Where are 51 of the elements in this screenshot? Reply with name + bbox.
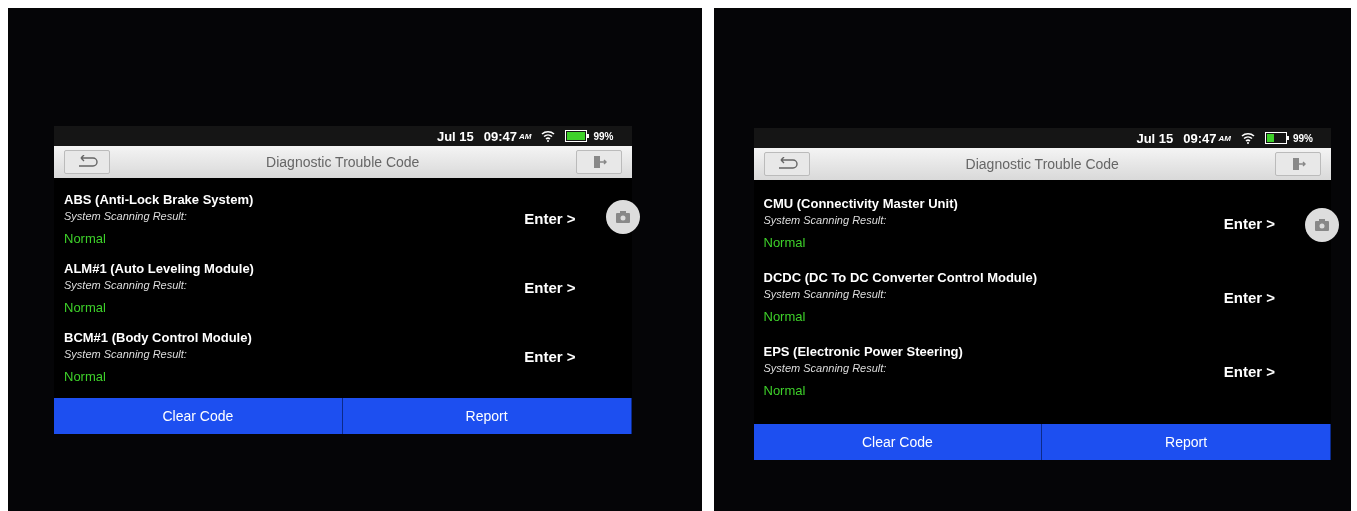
action-button[interactable]: Clear Code xyxy=(753,424,1043,460)
camera-button[interactable] xyxy=(1305,208,1339,242)
enter-link[interactable]: Enter > xyxy=(518,278,582,297)
result-status: Normal xyxy=(763,383,807,398)
system-name: ALM#1 (Auto Leveling Module) xyxy=(64,260,254,276)
screen-title: Diagnostic Trouble Code xyxy=(266,154,420,170)
status-time: 09:47 xyxy=(483,128,518,144)
status-ampm: AM xyxy=(519,131,532,141)
result-status: Normal xyxy=(763,235,807,250)
system-name: DCDC (DC To DC Converter Control Module) xyxy=(763,270,1037,285)
result-label: System Scanning Result: xyxy=(763,362,888,374)
result-status: Normal xyxy=(64,299,107,315)
camera-button[interactable] xyxy=(605,200,640,234)
back-button[interactable] xyxy=(763,152,810,176)
battery-percent: 99% xyxy=(1293,132,1313,144)
enter-link[interactable]: Enter > xyxy=(1217,213,1281,233)
status-time: 09:47 xyxy=(1183,130,1217,146)
status-ampm: AM xyxy=(1218,133,1231,143)
result-label: System Scanning Result: xyxy=(64,347,188,360)
result-status: Normal xyxy=(64,230,107,246)
result-label: System Scanning Result: xyxy=(64,209,188,222)
enter-link[interactable]: Enter > xyxy=(1217,361,1281,381)
system-name: BCM#1 (Body Control Module) xyxy=(64,329,252,345)
action-button[interactable]: Report xyxy=(1042,424,1331,460)
action-button[interactable]: Clear Code xyxy=(54,398,343,434)
system-name: CMU (Connectivity Master Unit) xyxy=(763,196,958,211)
exit-button[interactable] xyxy=(1275,152,1321,176)
action-button[interactable]: Report xyxy=(342,398,632,434)
wifi-icon xyxy=(1241,132,1255,144)
screen-title: Diagnostic Trouble Code xyxy=(965,156,1119,172)
back-button[interactable] xyxy=(64,150,110,174)
battery-icon xyxy=(565,130,590,142)
result-status: Normal xyxy=(763,309,807,324)
status-date: Jul 15 xyxy=(436,128,474,144)
camera-icon xyxy=(615,211,630,223)
result-label: System Scanning Result: xyxy=(64,278,188,291)
battery-percent: 99% xyxy=(593,130,614,142)
enter-link[interactable]: Enter > xyxy=(518,347,582,366)
enter-link[interactable]: Enter > xyxy=(518,209,582,228)
result-label: System Scanning Result: xyxy=(763,214,888,226)
enter-link[interactable]: Enter > xyxy=(1217,287,1281,307)
result-status: Normal xyxy=(64,368,107,384)
result-label: System Scanning Result: xyxy=(763,288,888,300)
system-name: ABS (Anti-Lock Brake System) xyxy=(64,191,254,207)
exit-door-icon xyxy=(1290,156,1306,172)
system-name: EPS (Electronic Power Steering) xyxy=(763,344,963,359)
camera-icon xyxy=(1315,219,1329,231)
wifi-icon xyxy=(541,130,556,142)
status-date: Jul 15 xyxy=(1136,130,1174,146)
exit-button[interactable] xyxy=(575,150,622,174)
battery-icon xyxy=(1265,132,1289,144)
